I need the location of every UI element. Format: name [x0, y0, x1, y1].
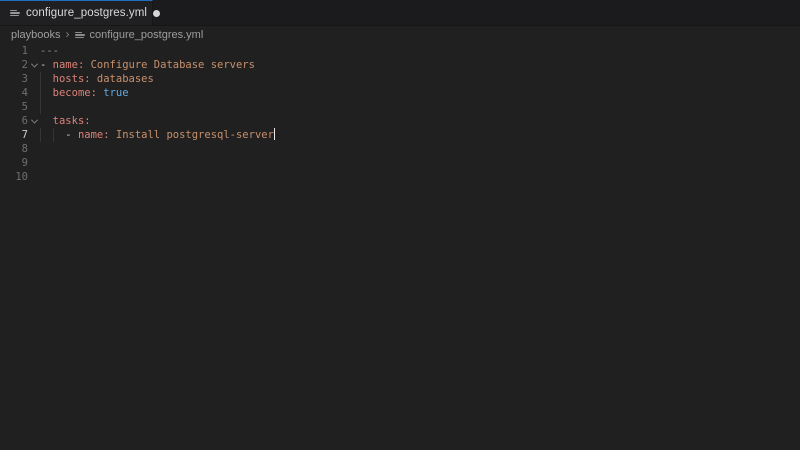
fold-zone: [28, 86, 40, 100]
editor[interactable]: 1 --- 2- name: Configure Database servers 3…: [0, 44, 800, 450]
line-number[interactable]: 7: [0, 128, 28, 142]
code-line[interactable]: [40, 156, 800, 170]
fold-zone: [28, 128, 40, 142]
code-token: become:: [52, 87, 97, 99]
yaml-file-icon: [74, 31, 85, 39]
editor-line[interactable]: 6 tasks:: [0, 114, 800, 128]
editor-line[interactable]: 3 hosts: databases: [0, 72, 800, 86]
code-line[interactable]: - name: Install postgresql-server: [40, 128, 800, 142]
fold-chevron-icon[interactable]: [28, 114, 40, 128]
indent-guide: [40, 100, 41, 114]
code-token: name:: [77, 129, 110, 141]
editor-line[interactable]: 5: [0, 100, 800, 114]
line-number[interactable]: 6: [0, 114, 28, 128]
indent-guide: [52, 128, 54, 142]
code-line[interactable]: [40, 170, 800, 184]
tab-bar: configure_postgres.yml: [0, 0, 800, 26]
code-line[interactable]: [40, 100, 800, 114]
chevron-right-icon: ›: [65, 27, 70, 41]
indent-guide: [40, 128, 41, 142]
breadcrumb: playbooks › configure_postgres.yml: [0, 26, 800, 44]
code-line[interactable]: tasks:: [40, 114, 800, 128]
line-number[interactable]: 8: [0, 142, 28, 156]
tab-label: configure_postgres.yml: [26, 7, 148, 19]
code-token: hosts:: [52, 73, 91, 85]
line-number[interactable]: 10: [0, 170, 28, 184]
breadcrumb-item-file[interactable]: configure_postgres.yml: [90, 29, 204, 41]
fold-zone: [28, 142, 40, 156]
code-line[interactable]: ---: [40, 44, 800, 58]
fold-chevron-icon[interactable]: [28, 58, 40, 72]
indent-guide: [40, 86, 41, 100]
code-token: true: [103, 87, 129, 99]
fold-zone: [28, 44, 40, 58]
fold-zone: [28, 156, 40, 170]
modified-dot-icon[interactable]: [153, 9, 161, 17]
line-number[interactable]: 2: [0, 58, 28, 72]
line-number[interactable]: 9: [0, 156, 28, 170]
text-cursor: [273, 128, 276, 140]
editor-line[interactable]: 9: [0, 156, 800, 170]
line-number[interactable]: 5: [0, 100, 28, 114]
line-number[interactable]: 4: [0, 86, 28, 100]
breadcrumb-item-playbooks[interactable]: playbooks: [11, 29, 61, 41]
code-line[interactable]: become: true: [40, 86, 800, 100]
code-token: ---: [40, 45, 59, 57]
editor-line[interactable]: 2- name: Configure Database servers: [0, 58, 800, 72]
editor-line[interactable]: 4 become: true: [0, 86, 800, 100]
code-token: -: [40, 129, 78, 141]
editor-lines: 1 --- 2- name: Configure Database servers 3…: [0, 44, 800, 184]
fold-zone: [28, 100, 40, 114]
tab-configure-postgres[interactable]: configure_postgres.yml: [0, 0, 161, 25]
code-line[interactable]: [40, 142, 800, 156]
code-token: name:: [52, 59, 85, 71]
code-line[interactable]: hosts: databases: [40, 72, 800, 86]
yaml-file-icon: [10, 9, 20, 17]
code-token: tasks:: [52, 115, 91, 127]
fold-zone: [28, 72, 40, 86]
indent-guide: [40, 72, 41, 86]
code-token: Configure Database servers: [84, 59, 255, 71]
code-token: Install postgresql-server: [109, 129, 274, 141]
editor-line[interactable]: 7 - name: Install postgresql-server: [0, 128, 800, 142]
line-number[interactable]: 3: [0, 72, 28, 86]
editor-line[interactable]: 10: [0, 170, 800, 184]
editor-line[interactable]: 1 ---: [0, 44, 800, 58]
code-token: -: [40, 59, 53, 71]
editor-line[interactable]: 8: [0, 142, 800, 156]
code-token: databases: [90, 73, 154, 85]
code-line[interactable]: - name: Configure Database servers: [40, 58, 800, 72]
line-number[interactable]: 1: [0, 44, 28, 58]
fold-zone: [28, 170, 40, 184]
